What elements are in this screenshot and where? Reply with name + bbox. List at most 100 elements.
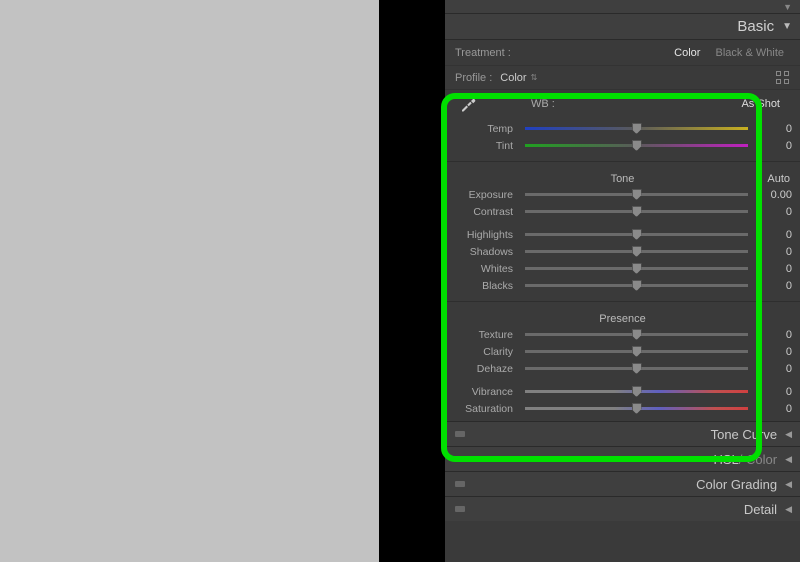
highlights-slider[interactable]	[525, 233, 748, 236]
slider-thumb[interactable]	[632, 280, 642, 291]
vibrance-slider[interactable]	[525, 390, 748, 393]
whites-slider[interactable]	[525, 267, 748, 270]
shadows-value[interactable]: 0	[754, 246, 792, 258]
tone-title-row: Tone Auto	[445, 169, 800, 186]
shadows-slider[interactable]	[525, 250, 748, 253]
panel-toggle-icon[interactable]	[455, 481, 465, 487]
slider-thumb[interactable]	[632, 123, 642, 134]
vibrance-value[interactable]: 0	[754, 386, 792, 398]
basic-title: Basic	[737, 18, 774, 35]
canvas-area	[0, 0, 379, 562]
shadows-slider-row: Shadows 0	[445, 243, 800, 260]
tint-slider-row: Tint 0	[445, 137, 800, 154]
profile-label: Profile :	[455, 72, 492, 84]
blacks-slider-row: Blacks 0	[445, 277, 800, 294]
hsl-color-suffix: / Color	[739, 452, 777, 467]
slider-thumb[interactable]	[632, 189, 642, 200]
detail-panel-header[interactable]: Detail ◀	[445, 496, 800, 521]
temp-slider[interactable]	[525, 127, 748, 130]
slider-thumb[interactable]	[632, 206, 642, 217]
chevron-updown-icon: ⇅	[531, 73, 538, 82]
exposure-slider[interactable]	[525, 193, 748, 196]
profile-browser-icon[interactable]	[776, 71, 790, 85]
contrast-slider-row: Contrast 0	[445, 203, 800, 220]
vibrance-label: Vibrance	[453, 386, 519, 398]
treatment-row: Treatment : Color Black & White	[445, 40, 800, 66]
blacks-slider[interactable]	[525, 284, 748, 287]
treatment-bw-option[interactable]: Black & White	[710, 47, 790, 59]
contrast-label: Contrast	[453, 206, 519, 218]
tint-label: Tint	[453, 140, 519, 152]
slider-thumb[interactable]	[632, 329, 642, 340]
treatment-label: Treatment :	[455, 47, 511, 59]
dehaze-slider[interactable]	[525, 367, 748, 370]
texture-slider[interactable]	[525, 333, 748, 336]
tone-section: Tone Auto Exposure 0.00 Contrast 0 Highl…	[445, 165, 800, 298]
highlights-value[interactable]: 0	[754, 229, 792, 241]
tone-curve-title: Tone Curve	[711, 427, 777, 442]
slider-thumb[interactable]	[632, 246, 642, 257]
chevron-left-icon: ◀	[785, 429, 792, 440]
color-grading-title: Color Grading	[696, 477, 777, 492]
panel-toggle-icon[interactable]	[455, 506, 465, 512]
contrast-value[interactable]: 0	[754, 206, 792, 218]
chevron-left-icon: ◀	[785, 454, 792, 465]
tone-curve-panel-header[interactable]: Tone Curve ◀	[445, 421, 800, 446]
slider-thumb[interactable]	[632, 363, 642, 374]
clarity-slider-row: Clarity 0	[445, 343, 800, 360]
black-gap	[379, 0, 445, 562]
whites-slider-row: Whites 0	[445, 260, 800, 277]
slider-thumb[interactable]	[632, 386, 642, 397]
wb-label: WB :	[531, 98, 555, 110]
basic-panel-header[interactable]: Basic ▼	[445, 14, 800, 40]
slider-thumb[interactable]	[632, 403, 642, 414]
dehaze-label: Dehaze	[453, 363, 519, 375]
whites-value[interactable]: 0	[754, 263, 792, 275]
texture-label: Texture	[453, 329, 519, 341]
panel-stub-top[interactable]: ▼	[445, 0, 800, 14]
slider-thumb[interactable]	[632, 229, 642, 240]
hsl-color-panel-header[interactable]: HSL / Color ◀	[445, 446, 800, 471]
blacks-value[interactable]: 0	[754, 280, 792, 292]
tone-title: Tone	[611, 173, 635, 185]
chevron-left-icon: ◀	[785, 504, 792, 515]
panel-toggle-icon[interactable]	[455, 456, 465, 462]
clarity-value[interactable]: 0	[754, 346, 792, 358]
dehaze-value[interactable]: 0	[754, 363, 792, 375]
clarity-label: Clarity	[453, 346, 519, 358]
saturation-value[interactable]: 0	[754, 403, 792, 415]
whites-label: Whites	[453, 263, 519, 275]
profile-row: Profile : Color ⇅	[445, 66, 800, 90]
exposure-value[interactable]: 0.00	[754, 189, 792, 201]
texture-slider-row: Texture 0	[445, 326, 800, 343]
hsl-title: HSL	[713, 452, 738, 467]
detail-title: Detail	[744, 502, 777, 517]
dehaze-slider-row: Dehaze 0	[445, 360, 800, 377]
auto-tone-button[interactable]: Auto	[767, 173, 790, 185]
temp-slider-row: Temp 0	[445, 120, 800, 137]
chevron-down-icon: ▼	[783, 2, 792, 12]
vibrance-slider-row: Vibrance 0	[445, 383, 800, 400]
panel-toggle-icon[interactable]	[455, 431, 465, 437]
presence-title: Presence	[445, 309, 800, 326]
texture-value[interactable]: 0	[754, 329, 792, 341]
saturation-slider-row: Saturation 0	[445, 400, 800, 417]
wb-preset-dropdown[interactable]: As Shot	[741, 98, 780, 110]
slider-thumb[interactable]	[632, 140, 642, 151]
slider-thumb[interactable]	[632, 346, 642, 357]
color-grading-panel-header[interactable]: Color Grading ◀	[445, 471, 800, 496]
exposure-slider-row: Exposure 0.00	[445, 186, 800, 203]
profile-dropdown[interactable]: Color	[500, 72, 526, 84]
eyedropper-icon[interactable]	[459, 95, 477, 113]
clarity-slider[interactable]	[525, 350, 748, 353]
saturation-label: Saturation	[453, 403, 519, 415]
treatment-color-option[interactable]: Color	[668, 47, 706, 59]
temp-value[interactable]: 0	[754, 123, 792, 135]
contrast-slider[interactable]	[525, 210, 748, 213]
tint-slider[interactable]	[525, 144, 748, 147]
tint-value[interactable]: 0	[754, 140, 792, 152]
slider-thumb[interactable]	[632, 263, 642, 274]
saturation-slider[interactable]	[525, 407, 748, 410]
wb-section: WB : As Shot Temp 0 Tint 0	[445, 90, 800, 158]
chevron-left-icon: ◀	[785, 479, 792, 490]
